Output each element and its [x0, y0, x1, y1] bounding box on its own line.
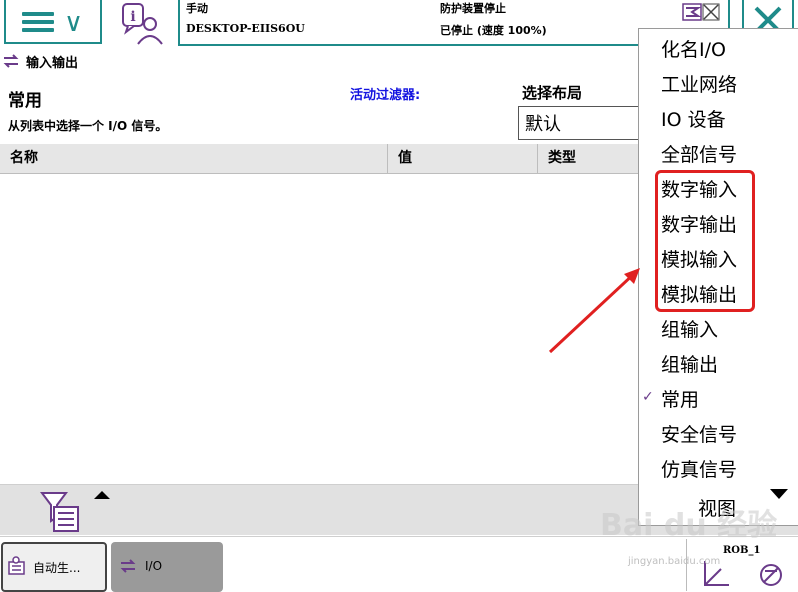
page-title-label: 输入输出 — [26, 56, 79, 71]
safety-state: 防护装置停止 — [440, 2, 506, 15]
operating-mode: 手动 — [186, 2, 208, 15]
run-state: 已停止 (速度 100%) — [440, 24, 547, 37]
layout-select[interactable]: 默认 — [518, 106, 658, 140]
instruction-text: 从列表中选择一个 I/O 信号。 — [8, 119, 168, 133]
hamburger-icon — [22, 12, 54, 32]
column-header-value[interactable]: 值 — [388, 144, 538, 174]
arrow-down-icon[interactable] — [768, 487, 790, 501]
program-icon — [8, 556, 25, 575]
task-label: 自动生... — [33, 561, 81, 575]
filter-icon[interactable] — [40, 491, 84, 533]
watermark-url: jingyan.baidu.com — [628, 556, 721, 567]
main-menu-button[interactable]: ∨ — [4, 0, 102, 44]
menu-item-group-output[interactable]: 组输出 — [661, 350, 718, 377]
menu-item-common[interactable]: 常用 — [661, 385, 699, 412]
arrow-up-icon[interactable] — [92, 489, 112, 501]
controller-name: DESKTOP-EIIS6OU — [186, 22, 305, 35]
menu-item-all-signals[interactable]: 全部信号 — [661, 140, 737, 167]
svg-text:i: i — [130, 9, 135, 25]
task-io[interactable]: I/O — [111, 542, 223, 592]
menu-item-group-input[interactable]: 组输入 — [661, 315, 718, 342]
event-log-icon[interactable]: i — [118, 2, 168, 46]
menu-item-alias-io[interactable]: 化名I/O — [661, 35, 726, 62]
menu-item-io-device[interactable]: IO 设备 — [661, 105, 726, 132]
task-program[interactable]: 自动生... — [1, 542, 107, 592]
robot-label: ROB_1 — [723, 545, 761, 556]
increment-icon — [760, 564, 782, 586]
io-swap-icon — [120, 559, 136, 573]
active-filter-label: 活动过滤器: — [350, 88, 421, 103]
watermark: Bai du 经验 — [600, 508, 778, 543]
annotation-highlight-box — [655, 170, 755, 312]
select-layout-label: 选择布局 — [522, 84, 583, 102]
check-icon: ✓ — [642, 389, 654, 405]
menu-item-safety-signals[interactable]: 安全信号 — [661, 420, 737, 447]
column-header-name[interactable]: 名称 — [0, 144, 388, 174]
menu-item-industrial-network[interactable]: 工业网络 — [661, 70, 737, 97]
task-label: I/O — [145, 559, 163, 573]
section-title: 常用 — [8, 91, 42, 111]
menu-item-simulated-signals[interactable]: 仿真信号 — [661, 455, 737, 482]
table-header: 名称 值 类型 — [0, 144, 660, 174]
battery-status-icon — [682, 3, 720, 21]
annotation-arrow — [548, 268, 640, 354]
io-swap-icon — [3, 54, 19, 68]
chevron-down-icon: ∨ — [64, 8, 84, 38]
